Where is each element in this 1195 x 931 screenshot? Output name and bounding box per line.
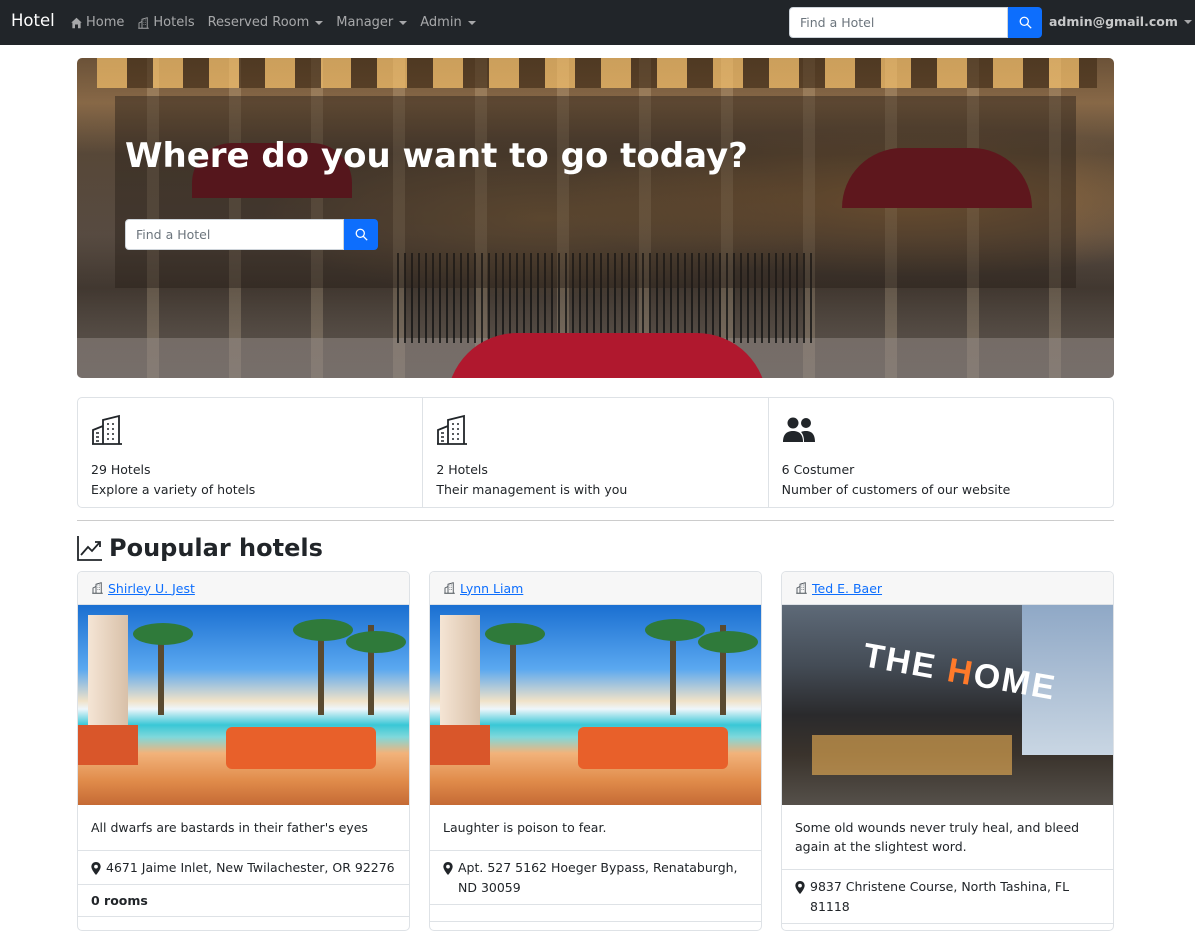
hero-search-button[interactable] bbox=[344, 219, 378, 250]
chevron-down-icon bbox=[315, 20, 324, 25]
hotel-address: 9837 Christene Course, North Tashina, FL… bbox=[782, 870, 1113, 924]
stat-managed-hotels: 2 Hotels Their management is with you bbox=[423, 398, 769, 507]
stat-count: 2 Hotels bbox=[436, 462, 488, 477]
hotel-rooms bbox=[430, 905, 761, 922]
navbar-search bbox=[789, 7, 1042, 38]
card-header: Ted E. Baer bbox=[782, 572, 1113, 605]
nav-admin-label: Admin bbox=[420, 15, 462, 30]
hotel-link[interactable]: Ted E. Baer bbox=[812, 581, 882, 596]
hero-search-input[interactable] bbox=[125, 219, 345, 250]
house-icon bbox=[71, 17, 82, 28]
hotel-address: Apt. 527 5162 Hoeger Bypass, Renataburgh… bbox=[430, 851, 761, 905]
stat-desc: Explore a variety of hotels bbox=[91, 482, 256, 497]
hotel-address-text: 4671 Jaime Inlet, New Twilachester, OR 9… bbox=[106, 860, 395, 875]
hotel-address-text: Apt. 527 5162 Hoeger Bypass, Renataburgh… bbox=[458, 860, 738, 895]
hero-search bbox=[125, 219, 378, 250]
buildings-icon bbox=[437, 414, 468, 445]
nav-menu: Home Hotels Reserved Room Manager Admin bbox=[70, 0, 489, 45]
nav-home[interactable]: Home bbox=[70, 15, 124, 30]
building-icon bbox=[444, 582, 455, 594]
stat-count: 6 Costumer bbox=[781, 462, 855, 477]
hotel-rooms bbox=[782, 924, 1113, 930]
chevron-down-icon bbox=[467, 20, 476, 25]
hotel-card: Shirley U. Jest All dwarfs are bastards … bbox=[77, 571, 410, 931]
map-pin-icon bbox=[91, 862, 101, 875]
stat-customers: 6 Costumer Number of customers of our we… bbox=[769, 398, 1113, 507]
hotel-card: Lynn Liam Laughter is poison to fear. Ap… bbox=[429, 571, 762, 931]
stat-desc: Their management is with you bbox=[436, 482, 628, 497]
stat-desc: Number of customers of our website bbox=[781, 482, 1011, 497]
hotel-image bbox=[78, 605, 409, 805]
nav-manager-label: Manager bbox=[336, 15, 394, 30]
section-title: Poupular hotels bbox=[109, 534, 323, 562]
hotel-description: Some old wounds never truly heal, and bl… bbox=[782, 805, 1113, 870]
buildings-icon bbox=[92, 414, 122, 445]
building-icon bbox=[138, 16, 150, 29]
stat-count: 29 Hotels bbox=[91, 462, 151, 477]
user-menu[interactable]: admin@gmail.com bbox=[1049, 14, 1192, 29]
search-icon bbox=[355, 228, 368, 241]
nav-reserved-room-label: Reserved Room bbox=[207, 15, 310, 30]
hotel-rooms: 0 rooms bbox=[78, 885, 409, 917]
hero-banner: Where do you want to go today? bbox=[77, 58, 1114, 378]
building-icon bbox=[796, 582, 807, 594]
user-email: admin@gmail.com bbox=[1049, 14, 1178, 29]
section-divider bbox=[77, 520, 1114, 521]
hotel-link[interactable]: Lynn Liam bbox=[460, 581, 523, 596]
brand-link[interactable]: Hotel bbox=[11, 11, 55, 30]
nav-home-label: Home bbox=[86, 15, 125, 30]
hero-overlay bbox=[115, 96, 1076, 288]
map-pin-icon bbox=[443, 862, 453, 875]
hotel-card: Ted E. Baer THE HOME Some old wounds nev… bbox=[781, 571, 1114, 931]
navbar-search-button[interactable] bbox=[1008, 7, 1042, 38]
trending-up-icon bbox=[77, 536, 102, 561]
navbar-search-input[interactable] bbox=[789, 7, 1008, 38]
building-icon bbox=[92, 582, 103, 594]
hotel-description: All dwarfs are bastards in their father'… bbox=[78, 805, 409, 851]
chevron-down-icon bbox=[399, 20, 408, 25]
nav-manager[interactable]: Manager bbox=[336, 15, 408, 30]
chevron-down-icon bbox=[1183, 19, 1192, 24]
nav-reserved-room[interactable]: Reserved Room bbox=[208, 15, 324, 30]
search-icon bbox=[1019, 16, 1032, 29]
nav-hotels[interactable]: Hotels bbox=[137, 15, 195, 30]
card-header: Lynn Liam bbox=[430, 572, 761, 605]
hero-title: Where do you want to go today? bbox=[125, 136, 748, 176]
stats-panel: 29 Hotels Explore a variety of hotels 2 … bbox=[77, 397, 1114, 508]
nav-admin[interactable]: Admin bbox=[420, 15, 476, 30]
hotel-address: 4671 Jaime Inlet, New Twilachester, OR 9… bbox=[78, 851, 409, 885]
hotel-address-text: 9837 Christene Course, North Tashina, FL… bbox=[810, 879, 1070, 914]
hotel-description: Laughter is poison to fear. bbox=[430, 805, 761, 851]
map-pin-icon bbox=[795, 881, 805, 894]
card-header: Shirley U. Jest bbox=[78, 572, 409, 605]
nav-hotels-label: Hotels bbox=[153, 15, 195, 30]
section-heading: Poupular hotels bbox=[77, 534, 323, 562]
stat-hotels: 29 Hotels Explore a variety of hotels bbox=[78, 398, 424, 507]
navbar: Hotel Home Hotels Reserved Room Manager … bbox=[0, 0, 1195, 45]
hotel-link[interactable]: Shirley U. Jest bbox=[108, 581, 195, 596]
hotel-image bbox=[430, 605, 761, 805]
hotel-image: THE HOME bbox=[782, 605, 1113, 805]
people-icon bbox=[782, 417, 815, 442]
